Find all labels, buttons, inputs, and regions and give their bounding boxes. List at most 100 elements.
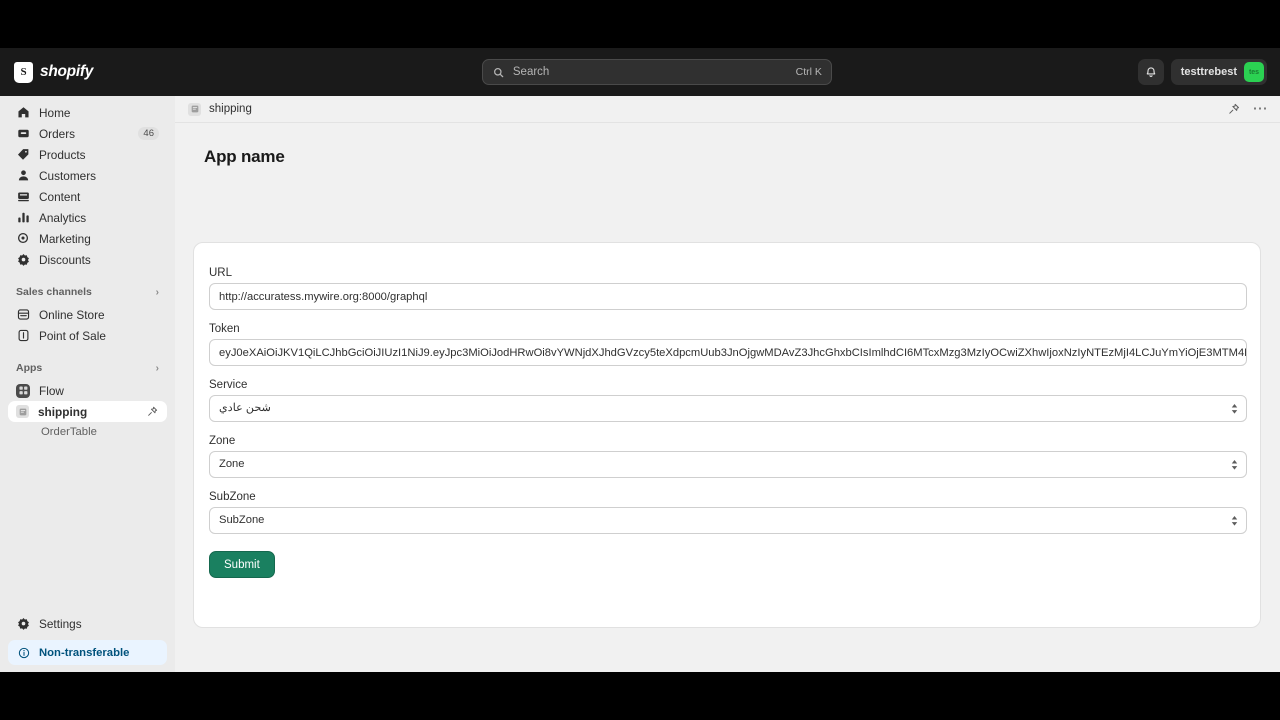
non-transferable-label: Non-transferable: [39, 646, 130, 659]
service-select[interactable]: شحن عادي: [209, 395, 1247, 422]
token-label: Token: [209, 323, 240, 335]
flow-app-icon: [16, 383, 30, 398]
products-tag-icon: [16, 148, 30, 162]
sidebar-footer: Settings Non-transferable: [0, 613, 175, 665]
sidebar-item-label: shipping: [38, 404, 88, 419]
sidebar-item-label: Analytics: [39, 210, 87, 225]
sidebar-item-label: Content: [39, 189, 81, 204]
marketing-target-icon: [16, 232, 30, 246]
section-title: Sales channels: [16, 286, 92, 298]
brand-name: shopify: [40, 63, 94, 80]
avatar: tes: [1244, 62, 1264, 82]
service-selected-value: شحن عادي: [219, 402, 272, 414]
sidebar-item-label: Customers: [39, 168, 97, 183]
orders-count-badge: 46: [138, 127, 159, 140]
search-bar[interactable]: Search Ctrl K: [481, 59, 832, 85]
token-input[interactable]: eyJ0eXAiOiJKV1QiLCJhbGciOiJIUzI1NiJ9.eyJ…: [209, 339, 1247, 366]
user-menu-button[interactable]: testtrebest tes: [1170, 59, 1267, 85]
bell-icon: [1144, 65, 1158, 79]
search-shortcut-hint: Ctrl K: [795, 66, 822, 78]
shopify-bag-icon: S: [14, 61, 33, 83]
sidebar-item-orders[interactable]: Orders 46: [8, 123, 167, 144]
home-icon: [16, 106, 30, 120]
search-input[interactable]: Search: [513, 66, 789, 78]
sales-channels-section-header[interactable]: Sales channels ›: [8, 283, 167, 301]
app-icon: [188, 102, 201, 116]
search-container: Search Ctrl K: [176, 59, 1138, 85]
non-transferable-notice[interactable]: Non-transferable: [8, 640, 167, 665]
url-label: URL: [209, 267, 233, 279]
point-of-sale-icon: [16, 329, 30, 343]
apps-section-header[interactable]: Apps ›: [8, 359, 167, 377]
sidebar-subitem-label: OrderTable: [41, 426, 97, 438]
breadcrumb[interactable]: shipping: [209, 103, 1219, 115]
sidebar-item-flow[interactable]: Flow: [8, 380, 167, 401]
zone-label: Zone: [209, 435, 236, 447]
zone-field-group: Zone Zone: [209, 435, 1247, 478]
breadcrumb-bar: shipping ⋯: [175, 96, 1280, 123]
sidebar-item-customers[interactable]: Customers: [8, 165, 167, 186]
url-input[interactable]: http://accuratess.mywire.org:8000/graphq…: [209, 283, 1247, 310]
sidebar-item-settings[interactable]: Settings: [8, 613, 167, 634]
subzone-label: SubZone: [209, 491, 256, 503]
notifications-button[interactable]: [1137, 59, 1164, 85]
url-field-group: URL http://accuratess.mywire.org:8000/gr…: [209, 267, 1247, 310]
top-bar-actions: testtrebest tes: [1137, 59, 1267, 85]
section-title: Apps: [16, 362, 43, 374]
settings-gear-icon: [16, 617, 30, 631]
app-screen: S shopify Search Ctrl K testtrebest tes …: [0, 48, 1280, 672]
sidebar-item-discounts[interactable]: Discounts: [8, 249, 167, 270]
subzone-select[interactable]: SubZone: [209, 507, 1247, 534]
token-field-group: Token eyJ0eXAiOiJKV1QiLCJhbGciOiJIUzI1Ni…: [209, 323, 1247, 366]
shopify-logo[interactable]: S shopify: [14, 61, 176, 83]
sidebar-item-analytics[interactable]: Analytics: [8, 207, 167, 228]
customers-person-icon: [16, 169, 30, 183]
sidebar-item-label: Discounts: [39, 252, 91, 267]
sidebar-item-label: Marketing: [39, 231, 91, 246]
zone-select[interactable]: Zone: [209, 451, 1247, 478]
chevron-right-icon: ›: [155, 286, 159, 298]
settings-card: URL http://accuratess.mywire.org:8000/gr…: [193, 242, 1261, 628]
more-horizontal-icon[interactable]: ⋯: [1253, 101, 1269, 116]
sidebar-item-content[interactable]: Content: [8, 186, 167, 207]
pin-icon[interactable]: [145, 405, 159, 419]
online-store-icon: [16, 308, 30, 322]
top-bar: S shopify Search Ctrl K testtrebest tes: [0, 48, 1280, 96]
app-settings-form: URL http://accuratess.mywire.org:8000/gr…: [194, 243, 1260, 578]
sidebar-item-point-of-sale[interactable]: Point of Sale: [8, 325, 167, 346]
sidebar-item-label: Orders: [39, 126, 76, 141]
sidebar-subitem-ordertable[interactable]: OrderTable: [8, 422, 167, 442]
submit-button[interactable]: Submit: [209, 551, 275, 578]
service-label: Service: [209, 379, 248, 391]
sidebar-item-label: Settings: [39, 616, 82, 631]
chevron-right-icon: ›: [155, 362, 159, 374]
sidebar-item-shipping[interactable]: shipping: [8, 401, 167, 422]
sidebar-item-label: Products: [39, 147, 86, 162]
service-field-group: Service شحن عادي: [209, 379, 1247, 422]
breadcrumb-actions: ⋯: [1227, 101, 1269, 116]
sidebar-item-label: Flow: [39, 383, 64, 398]
shipping-app-icon: [16, 405, 29, 418]
search-icon: [492, 65, 506, 79]
sidebar-item-label: Point of Sale: [39, 328, 106, 343]
sidebar-item-products[interactable]: Products: [8, 144, 167, 165]
subzone-field-group: SubZone SubZone: [209, 491, 1247, 534]
main-content: shipping ⋯ App name URL http://accurates…: [175, 96, 1280, 672]
select-stepper-icon: [1231, 459, 1238, 470]
sidebar-item-label: Online Store: [39, 307, 105, 322]
zone-selected-value: Zone: [219, 458, 245, 470]
sidebar: Home Orders 46 Products Customers Conten…: [0, 96, 175, 672]
analytics-bars-icon: [16, 211, 30, 225]
orders-icon: [16, 127, 30, 141]
sidebar-item-label: Home: [39, 105, 71, 120]
select-stepper-icon: [1231, 403, 1238, 414]
subzone-selected-value: SubZone: [219, 514, 265, 526]
username-label: testtrebest: [1180, 66, 1237, 78]
sidebar-item-online-store[interactable]: Online Store: [8, 304, 167, 325]
pin-icon[interactable]: [1227, 102, 1241, 116]
content-icon: [16, 190, 30, 204]
discounts-icon: [16, 253, 30, 267]
sidebar-item-marketing[interactable]: Marketing: [8, 228, 167, 249]
sidebar-item-home[interactable]: Home: [8, 102, 167, 123]
info-circle-icon: [17, 646, 31, 660]
